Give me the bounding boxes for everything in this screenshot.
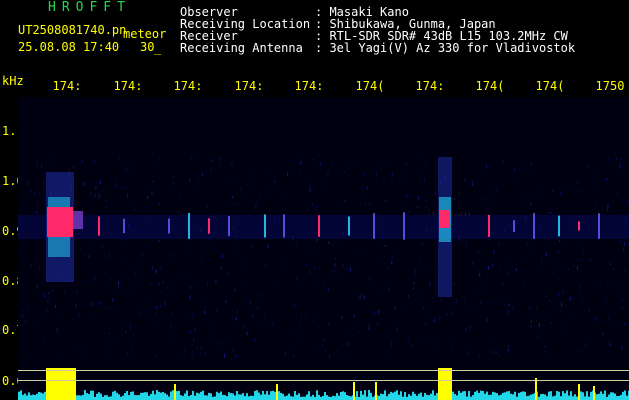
interval-label: 30 bbox=[140, 40, 155, 54]
antenna-label: Receiving Antenna bbox=[180, 41, 303, 55]
spectrogram-plot bbox=[18, 97, 629, 400]
x-tick: 174: bbox=[173, 79, 203, 93]
antenna-value: : 3el Yagi(V) Az 330 for Vladivostok bbox=[315, 41, 576, 55]
x-tick: 174: bbox=[415, 79, 445, 93]
y-unit-label: kHz bbox=[2, 74, 24, 88]
x-tick: 174( bbox=[355, 79, 385, 93]
interval-underscore: _ bbox=[154, 41, 162, 55]
x-tick: 174: bbox=[294, 79, 324, 93]
plot-background bbox=[18, 97, 629, 400]
meteor-echo-right bbox=[438, 157, 452, 297]
hrofft-window: HROFFT UT2508081740.pn meteor 25.08.08 1… bbox=[0, 0, 629, 400]
x-tick: 174( bbox=[475, 79, 505, 93]
datetime-label: 25.08.08 17:40 bbox=[18, 40, 120, 54]
filename-label: UT2508081740.pn bbox=[18, 23, 127, 37]
x-tick: 174: bbox=[52, 79, 82, 93]
x-tick: 1750 bbox=[595, 79, 625, 93]
signal-band bbox=[18, 215, 629, 239]
power-gridline-upper bbox=[18, 370, 629, 371]
x-tick: 174: bbox=[234, 79, 264, 93]
power-gridline-lower bbox=[18, 380, 629, 381]
type-label: meteor bbox=[123, 27, 167, 41]
x-tick: 174: bbox=[113, 79, 143, 93]
x-tick: 174( bbox=[535, 79, 565, 93]
app-title: HROFFT bbox=[48, 0, 131, 15]
